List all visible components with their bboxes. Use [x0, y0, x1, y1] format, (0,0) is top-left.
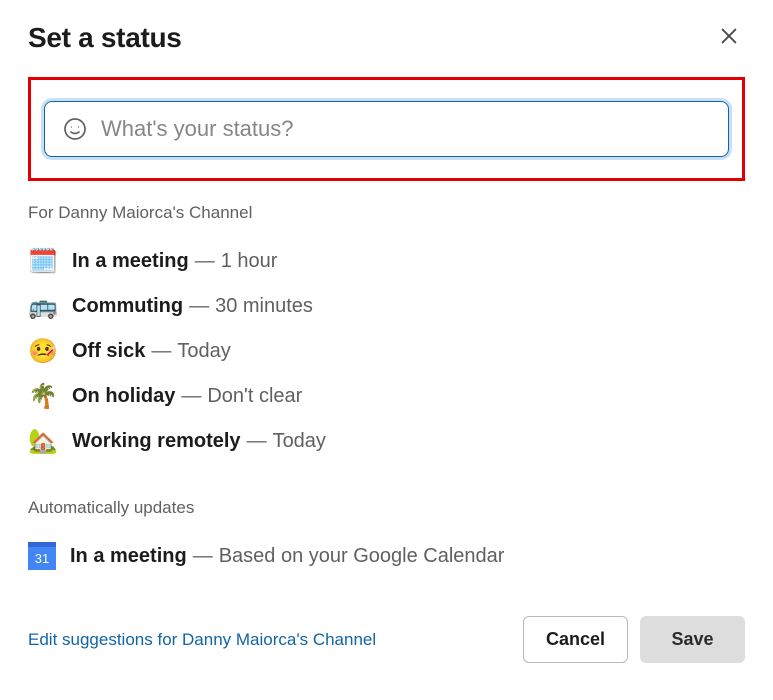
- status-input[interactable]: [101, 116, 710, 142]
- suggestion-working-remotely[interactable]: 🏡 Working remotely — Today: [28, 419, 745, 464]
- close-button[interactable]: [713, 20, 745, 55]
- button-group: Cancel Save: [523, 616, 745, 663]
- suggestion-dash: —: [181, 385, 201, 408]
- calendar-day-number: 31: [35, 551, 49, 566]
- auto-updates-section: Automatically updates 31 In a meeting — …: [28, 498, 745, 578]
- suggestion-duration: 1 hour: [221, 250, 278, 273]
- suggestion-in-a-meeting[interactable]: 🗓️ In a meeting — 1 hour: [28, 239, 745, 284]
- auto-item-label: In a meeting: [70, 545, 187, 568]
- suggestion-dash: —: [189, 295, 209, 318]
- bus-emoji-icon: 🚌: [28, 292, 58, 321]
- cancel-button[interactable]: Cancel: [523, 616, 628, 663]
- suggestion-label: Working remotely: [72, 430, 241, 453]
- suggestion-off-sick[interactable]: 🤒 Off sick — Today: [28, 329, 745, 374]
- suggestion-label: In a meeting: [72, 250, 189, 273]
- status-input-focus-ring: [41, 98, 732, 160]
- edit-suggestions-link[interactable]: Edit suggestions for Danny Maiorca's Cha…: [28, 630, 376, 650]
- status-input-container[interactable]: [44, 101, 729, 157]
- suggestion-label: Commuting: [72, 295, 183, 318]
- suggestion-text: Commuting — 30 minutes: [72, 295, 313, 318]
- house-emoji-icon: 🏡: [28, 427, 58, 456]
- suggestion-on-holiday[interactable]: 🌴 On holiday — Don't clear: [28, 374, 745, 419]
- save-button[interactable]: Save: [640, 616, 745, 663]
- auto-item-calendar[interactable]: 31 In a meeting — Based on your Google C…: [28, 534, 745, 578]
- suggestion-duration: Today: [273, 430, 326, 453]
- close-icon: [718, 25, 740, 47]
- suggestions-list: 🗓️ In a meeting — 1 hour 🚌 Commuting — 3…: [28, 239, 745, 464]
- smiley-icon[interactable]: [63, 117, 87, 141]
- palm-emoji-icon: 🌴: [28, 382, 58, 411]
- suggestion-dash: —: [195, 250, 215, 273]
- suggestion-dash: —: [247, 430, 267, 453]
- suggestion-label: On holiday: [72, 385, 175, 408]
- modal-footer: Edit suggestions for Danny Maiorca's Cha…: [28, 616, 745, 663]
- modal-title: Set a status: [28, 22, 182, 54]
- suggestion-dash: —: [151, 340, 171, 363]
- modal-header: Set a status: [28, 20, 745, 55]
- suggestion-duration: Today: [177, 340, 230, 363]
- suggestion-text: Off sick — Today: [72, 340, 231, 363]
- set-status-modal: Set a status For Danny Maiorca's Channel…: [0, 0, 773, 691]
- suggestion-duration: Don't clear: [207, 385, 302, 408]
- suggestion-duration: 30 minutes: [215, 295, 313, 318]
- suggestion-commuting[interactable]: 🚌 Commuting — 30 minutes: [28, 284, 745, 329]
- status-input-highlight: [28, 77, 745, 181]
- calendar-emoji-icon: 🗓️: [28, 247, 58, 276]
- auto-item-dash: —: [193, 545, 213, 568]
- google-calendar-icon: 31: [28, 542, 56, 570]
- suggestion-text: On holiday — Don't clear: [72, 385, 302, 408]
- suggestion-text: Working remotely — Today: [72, 430, 326, 453]
- sick-emoji-icon: 🤒: [28, 337, 58, 366]
- auto-item-text: In a meeting — Based on your Google Cale…: [70, 545, 504, 568]
- auto-item-duration: Based on your Google Calendar: [219, 545, 505, 568]
- suggestion-text: In a meeting — 1 hour: [72, 250, 277, 273]
- suggestions-header: For Danny Maiorca's Channel: [28, 203, 745, 223]
- auto-updates-header: Automatically updates: [28, 498, 745, 518]
- suggestion-label: Off sick: [72, 340, 145, 363]
